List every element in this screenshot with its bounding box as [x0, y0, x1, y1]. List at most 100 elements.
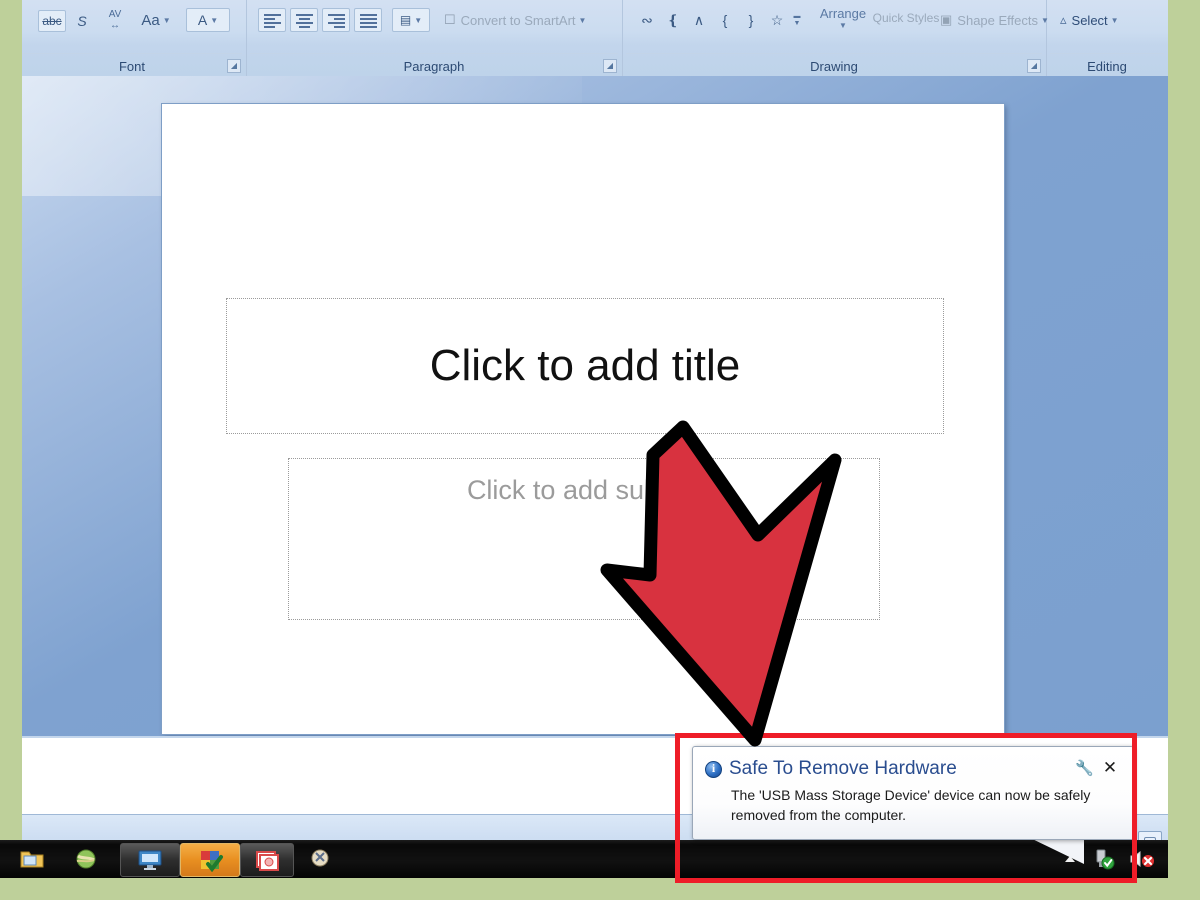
group-divider [626, 53, 1042, 54]
ribbon-group-label-editing: Editing [1087, 59, 1127, 74]
text-shadow-button[interactable]: S [70, 10, 94, 32]
convert-to-smartart-button[interactable]: ☐ Convert to SmartArt ▼ [444, 8, 614, 32]
taskbar-button-photo-viewer-window[interactable] [240, 843, 294, 877]
shapes-gallery-more-button[interactable]: ▬ ▼ [790, 6, 804, 34]
strikethrough-icon: abc [42, 14, 62, 28]
left-brace-icon: { [722, 12, 728, 28]
group-divider [22, 53, 242, 54]
ribbon: abc S AV ↔ Aa ▼ A ▼ Font ◢ ▤ ▼ ☐ Convert… [22, 0, 1168, 77]
chevron-down-icon: ▼ [793, 20, 801, 27]
arc-icon: ∧ [693, 12, 705, 28]
select-label: Select [1071, 12, 1108, 28]
columns-button[interactable]: ▤ ▼ [392, 8, 430, 32]
quick-styles-label: Quick Styles [872, 10, 940, 25]
slide-canvas[interactable]: Click to add title Click to add subtitle [162, 104, 1004, 734]
safe-to-remove-hardware-balloon[interactable]: Safe To Remove Hardware 🔧 ✕ The 'USB Mas… [692, 746, 1134, 840]
ribbon-group-paragraph: ▤ ▼ ☐ Convert to SmartArt ▼ Paragraph ◢ [246, 0, 623, 76]
wrench-icon[interactable]: 🔧 [1075, 760, 1094, 778]
folder-icon [20, 851, 44, 868]
shape-left-brace-button[interactable]: { [714, 8, 736, 32]
ribbon-group-label-paragraph: Paragraph [403, 59, 465, 74]
taskbar-button-utility-window[interactable] [298, 843, 344, 875]
windows-taskbar[interactable] [0, 840, 1168, 878]
gallery-more-icon: ▬ [793, 13, 801, 20]
smartart-icon: ☐ [444, 12, 456, 27]
photos-icon [256, 851, 279, 871]
page-backdrop-right [1168, 0, 1200, 900]
star-icon: ☆ [770, 12, 784, 28]
align-left-icon [263, 13, 281, 28]
change-case-icon: Aa [141, 11, 160, 29]
ribbon-group-label-font: Font [118, 59, 145, 74]
close-icon[interactable]: ✕ [1101, 759, 1119, 777]
arrange-label: Arrange [819, 6, 867, 21]
taskbar-button-browser-window[interactable] [64, 843, 108, 875]
spacing-arrows-icon: ↔ [110, 20, 120, 31]
ribbon-group-editing: ▵ Select ▼ Editing [1046, 0, 1168, 76]
align-center-icon [295, 13, 313, 28]
align-right-button[interactable] [322, 8, 350, 32]
monitor-icon [138, 850, 162, 870]
align-right-icon [327, 13, 345, 28]
align-center-button[interactable] [290, 8, 318, 32]
select-button[interactable]: ▵ Select ▼ [1060, 8, 1154, 32]
squiggle-icon: ∾ [641, 12, 653, 28]
shape-right-brace-button[interactable]: } [740, 8, 762, 32]
safely-remove-hardware-button[interactable] [1092, 848, 1116, 875]
drawing-dialog-launcher[interactable]: ◢ [1027, 59, 1041, 73]
text-shadow-icon: S [77, 13, 87, 29]
quick-styles-button[interactable]: Quick Styles [872, 2, 940, 34]
arrange-button[interactable]: Arrange ▼ [812, 2, 874, 34]
ribbon-group-label-drawing: Drawing [810, 59, 858, 74]
justify-icon [359, 13, 377, 28]
balloon-title: Safe To Remove Hardware [729, 758, 957, 779]
ribbon-group-drawing: ∾ ❴ ∧ { } ☆ ▬ ▼ Arrange ▼ Quick Styles ▣… [622, 0, 1049, 76]
chevron-down-icon: ▼ [210, 15, 219, 25]
font-dialog-launcher[interactable]: ◢ [227, 59, 241, 73]
convert-to-smartart-label: Convert to SmartArt [460, 12, 576, 28]
font-color-icon: A [197, 12, 208, 28]
balloon-body-text: The 'USB Mass Storage Device' device can… [731, 787, 1091, 824]
chevron-down-icon: ▼ [162, 15, 171, 25]
title-placeholder-text: Click to add title [429, 341, 741, 390]
character-spacing-button[interactable]: AV ↔ [98, 6, 132, 34]
page-backdrop-bottom [0, 878, 1200, 900]
taskbar-button-powerpoint-window[interactable] [180, 843, 240, 877]
taskbar-button-explorer-window[interactable] [10, 843, 54, 875]
screenshot-root: abc S AV ↔ Aa ▼ A ▼ Font ◢ ▤ ▼ ☐ Convert… [0, 0, 1200, 900]
curve-icon: ❴ [667, 12, 679, 28]
info-icon [705, 761, 722, 778]
chevron-down-icon: ▼ [414, 15, 423, 25]
justify-button[interactable] [354, 8, 382, 32]
shape-effects-label: Shape Effects [957, 12, 1039, 28]
volume-muted-button[interactable] [1128, 848, 1156, 875]
shape-arc-button[interactable]: ∧ [688, 8, 710, 32]
speaker-mute-icon [1130, 850, 1154, 868]
usb-check-icon [1096, 849, 1115, 870]
shape-curve-button[interactable]: ❴ [662, 8, 684, 32]
columns-icon: ▤ [399, 13, 412, 27]
shape-squiggle-button[interactable]: ∾ [636, 8, 658, 32]
group-divider [1050, 53, 1164, 54]
powerpoint-icon [201, 851, 223, 872]
right-brace-icon: } [748, 12, 754, 28]
chevron-down-icon: ▼ [839, 21, 847, 30]
taskbar-button-presentation-window[interactable] [120, 843, 180, 877]
strikethrough-button[interactable]: abc [38, 10, 66, 32]
page-backdrop-left [0, 0, 22, 900]
shape-star-button[interactable]: ☆ [766, 8, 788, 32]
group-divider [250, 53, 618, 54]
tools-icon [311, 849, 329, 867]
shape-effects-icon: ▣ [940, 12, 953, 27]
chevron-down-icon: ▼ [578, 15, 587, 25]
align-left-button[interactable] [258, 8, 286, 32]
paragraph-dialog-launcher[interactable]: ◢ [603, 59, 617, 73]
font-color-button[interactable]: A ▼ [186, 8, 230, 32]
cursor-arrow-icon: ▵ [1060, 12, 1067, 27]
globe-icon [76, 849, 96, 869]
ribbon-group-font: abc S AV ↔ Aa ▼ A ▼ Font ◢ [22, 0, 247, 76]
title-placeholder[interactable]: Click to add title [226, 298, 944, 434]
change-case-button[interactable]: Aa ▼ [136, 8, 176, 32]
instruction-arrow [600, 420, 842, 747]
chevron-down-icon: ▼ [1110, 15, 1119, 25]
